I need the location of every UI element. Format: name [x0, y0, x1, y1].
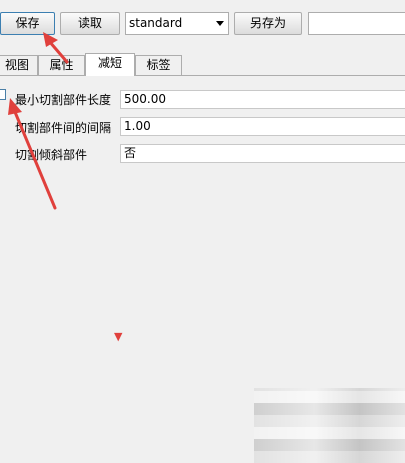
arrow-to-checkbox-icon — [8, 98, 57, 210]
arrow-to-save-icon — [43, 32, 69, 64]
pixelated-region — [254, 388, 405, 463]
tab-shorten[interactable]: 减短 — [85, 53, 135, 76]
red-marker-icon: ▼ — [114, 330, 123, 343]
